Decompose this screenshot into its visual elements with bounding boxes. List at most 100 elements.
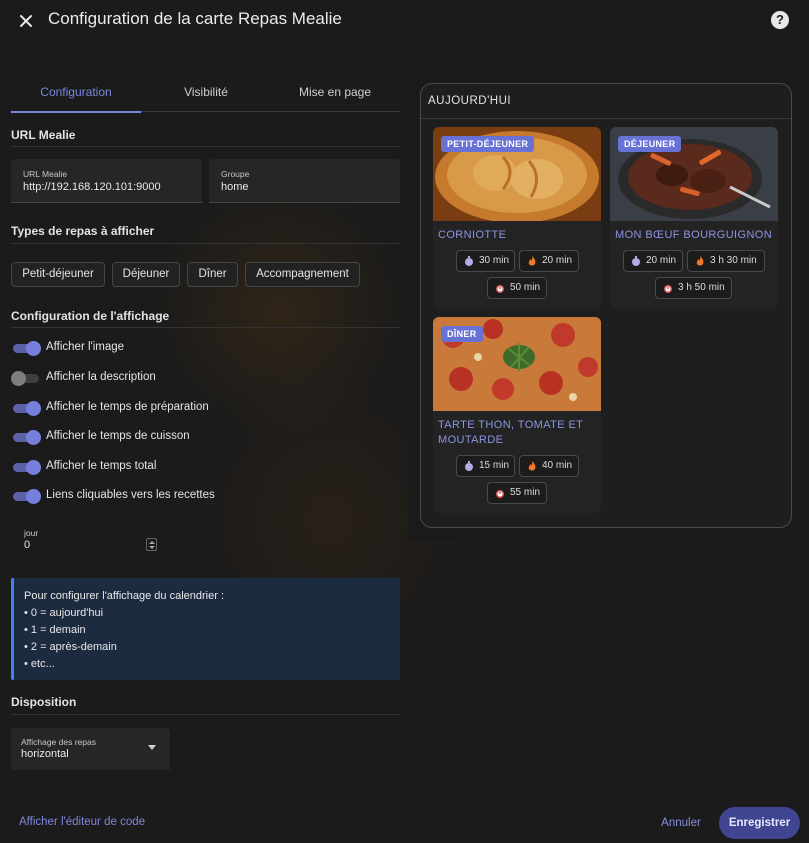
fire-icon	[526, 255, 538, 267]
show-code-editor-link[interactable]: Afficher l'éditeur de code	[19, 816, 145, 828]
cook-time-pill: 20 min	[519, 250, 579, 272]
group-field-value: home	[221, 181, 249, 193]
toggle-row-image: Afficher l'image	[11, 339, 391, 357]
section-title-display: Configuration de l'affichage	[11, 309, 170, 323]
fire-icon	[526, 460, 538, 472]
section-title-layout: Disposition	[11, 695, 77, 709]
meal-type-badge: PETIT-DÉJEUNER	[441, 136, 535, 152]
recipe-name-link[interactable]: TARTE THON, TOMATE ET MOUTARDE	[438, 418, 588, 448]
divider	[11, 327, 400, 328]
total-time-pill: 55 min	[487, 482, 547, 504]
fire-icon	[694, 255, 706, 267]
chip-side[interactable]: Accompagnement	[245, 262, 360, 287]
cook-time-value: 40 min	[542, 460, 573, 471]
info-line: Pour configurer l'affichage du calendrie…	[24, 590, 225, 602]
divider	[11, 243, 400, 244]
toggle-show-total-time[interactable]	[11, 460, 41, 475]
day-field-label: jour	[24, 528, 39, 538]
info-line: • 2 = après-demain	[24, 641, 117, 653]
meal-display-select[interactable]: Affichage des repas horizontal	[11, 728, 170, 770]
preview-title: AUJOURD'HUI	[428, 95, 512, 107]
meal-card-lunch[interactable]: DÉJEUNER MON BŒUF BOURGUIGNON 20 min 3 h…	[610, 127, 778, 309]
toggle-label: Afficher le temps de préparation	[46, 401, 209, 413]
dialog-header: Configuration de la carte Repas Mealie ?	[0, 0, 809, 40]
prep-time-value: 30 min	[479, 255, 510, 266]
meal-card-dinner[interactable]: DÎNER TARTE THON, TOMATE ET MOUTARDE 15 …	[433, 317, 601, 513]
url-field-label: URL Mealie	[23, 169, 68, 179]
day-field-value: 0	[24, 539, 31, 551]
divider	[421, 118, 791, 119]
recipe-name-link[interactable]: MON BŒUF BOURGUIGNON	[615, 228, 775, 243]
save-button[interactable]: Enregistrer	[719, 807, 800, 839]
toggle-label: Afficher l'image	[46, 341, 125, 353]
toggle-clickable-links[interactable]	[11, 489, 41, 504]
toggle-label: Afficher le temps de cuisson	[46, 430, 190, 442]
info-line: • etc...	[24, 658, 55, 670]
section-title-meal-types: Types de repas à afficher	[11, 224, 155, 238]
info-line: • 1 = demain	[24, 624, 86, 636]
toggle-row-total-time: Afficher le temps total	[11, 458, 391, 476]
group-field[interactable]: Groupe home	[209, 159, 400, 203]
timer-icon	[463, 460, 475, 472]
url-field-value: http://192.168.120.101:9000	[23, 181, 161, 193]
chip-dinner[interactable]: Dîner	[187, 262, 238, 287]
chip-lunch[interactable]: Déjeuner	[112, 262, 180, 287]
total-time-value: 50 min	[510, 282, 541, 293]
close-icon	[20, 15, 32, 27]
tab-layout[interactable]: Mise en page	[270, 72, 400, 112]
toggle-label: Afficher la description	[46, 371, 156, 383]
toggle-show-description[interactable]	[11, 371, 41, 386]
toggle-row-description: Afficher la description	[11, 369, 391, 387]
select-label: Affichage des repas	[21, 737, 96, 747]
group-field-label: Groupe	[221, 169, 250, 179]
section-title-url: URL Mealie	[11, 128, 76, 142]
total-time-pill: 50 min	[487, 277, 547, 299]
info-line: • 0 = aujourd'hui	[24, 607, 104, 619]
tab-configuration[interactable]: Configuration	[11, 72, 141, 113]
recipe-name-link[interactable]: CORNIOTTE	[438, 228, 598, 243]
chevron-down-icon	[148, 745, 156, 750]
cook-time-pill: 40 min	[519, 455, 579, 477]
tab-bar: Configuration Visibilité Mise en page	[11, 72, 400, 113]
chip-breakfast[interactable]: Petit-déjeuner	[11, 262, 105, 287]
toggle-row-links: Liens cliquables vers les recettes	[11, 487, 391, 505]
close-button[interactable]	[14, 9, 38, 33]
info-box: Pour configurer l'affichage du calendrie…	[11, 578, 400, 680]
cook-time-value: 20 min	[542, 255, 573, 266]
prep-time-value: 20 min	[646, 255, 677, 266]
timer-icon	[630, 255, 642, 267]
toggle-show-image[interactable]	[11, 341, 41, 356]
toggle-show-prep-time[interactable]	[11, 401, 41, 416]
prep-time-pill: 20 min	[623, 250, 683, 272]
toggle-label: Liens cliquables vers les recettes	[46, 489, 215, 501]
alarm-clock-icon	[662, 282, 674, 294]
prep-time-value: 15 min	[479, 460, 510, 471]
meal-type-badge: DÎNER	[441, 326, 483, 342]
divider	[11, 714, 400, 715]
meal-type-badge: DÉJEUNER	[618, 136, 682, 152]
total-time-value: 55 min	[510, 487, 541, 498]
preview-card: AUJOURD'HUI PETIT-DÉJEUNER CORNIOTTE 30 …	[420, 83, 792, 528]
meal-card-breakfast[interactable]: PETIT-DÉJEUNER CORNIOTTE 30 min 20 min 5…	[433, 127, 601, 309]
alarm-clock-icon	[494, 487, 506, 499]
cook-time-value: 3 h 30 min	[710, 255, 757, 266]
day-field[interactable]: jour 0	[11, 522, 161, 558]
alarm-clock-icon	[494, 282, 506, 294]
help-icon[interactable]: ?	[771, 11, 789, 29]
toggle-row-prep-time: Afficher le temps de préparation	[11, 399, 391, 417]
cook-time-pill: 3 h 30 min	[687, 250, 765, 272]
total-time-value: 3 h 50 min	[678, 282, 725, 293]
timer-icon	[463, 255, 475, 267]
divider	[11, 146, 400, 147]
select-value: horizontal	[21, 748, 69, 760]
prep-time-pill: 30 min	[456, 250, 515, 272]
toggle-row-cook-time: Afficher le temps de cuisson	[11, 428, 391, 446]
toggle-show-cook-time[interactable]	[11, 430, 41, 445]
cancel-button[interactable]: Annuler	[655, 810, 707, 836]
toggle-label: Afficher le temps total	[46, 460, 157, 472]
prep-time-pill: 15 min	[456, 455, 515, 477]
url-field[interactable]: URL Mealie http://192.168.120.101:9000	[11, 159, 202, 203]
stepper-icon[interactable]	[146, 538, 157, 551]
total-time-pill: 3 h 50 min	[655, 277, 732, 299]
tab-visibility[interactable]: Visibilité	[141, 72, 271, 112]
